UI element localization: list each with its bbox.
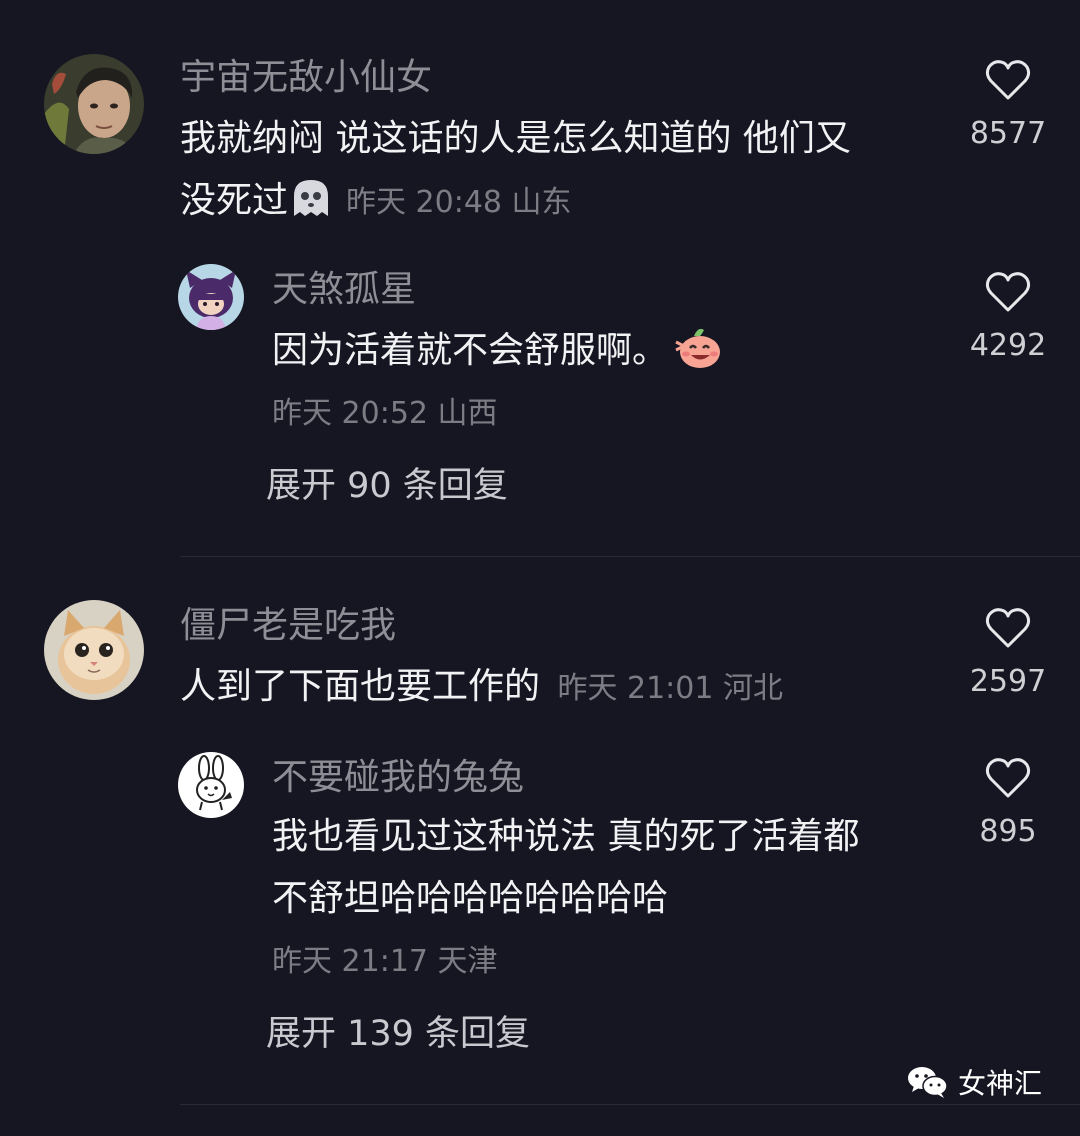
reply-text: 因为活着就不会舒服啊。 [272, 320, 736, 390]
avatar-rabbit-icon [178, 752, 244, 818]
laughing-emoji-icon [672, 324, 724, 390]
comment-text: 我就纳闷 说这话的人是怎么知道的 他们又 没死过 昨天 20:48 山东 [180, 108, 851, 240]
avatar-cat-girl-icon [178, 264, 244, 330]
reply-text-fragment: 因为活着就不会舒服啊。 [272, 330, 669, 371]
avatar[interactable] [44, 600, 144, 700]
avatar[interactable] [44, 54, 144, 154]
like-count: 2597 [969, 664, 1047, 699]
expand-replies-button[interactable]: 展开 139 条回复 [266, 1012, 530, 1056]
avatar-portrait-icon [44, 54, 144, 154]
heart-outline-icon [985, 272, 1031, 312]
reply-meta: 昨天 20:52 山西 [272, 396, 498, 431]
like-button[interactable]: 8577 [958, 58, 1058, 152]
reply-text-line: 不舒坦哈哈哈哈哈哈哈哈 [272, 878, 669, 919]
reply-username[interactable]: 天煞孤星 [272, 268, 416, 312]
like-button[interactable]: 2597 [958, 606, 1058, 700]
reply-meta: 昨天 21:17 天津 [272, 944, 498, 979]
comment-divider [180, 1104, 1080, 1105]
like-count: 4292 [969, 328, 1047, 363]
watermark-text: 女神汇 [957, 1067, 1042, 1100]
comment-meta: 昨天 20:48 山东 [346, 185, 572, 220]
comment-username[interactable]: 僵尸老是吃我 [180, 604, 396, 648]
comment-meta: 昨天 21:01 河北 [557, 671, 783, 706]
watermark: 女神汇 [906, 1062, 1042, 1102]
comment-username[interactable]: 宇宙无敌小仙女 [180, 56, 432, 100]
avatar[interactable] [178, 752, 244, 818]
like-count: 8577 [969, 116, 1047, 151]
comment-text: 人到了下面也要工作的 昨天 21:01 河北 [180, 656, 783, 720]
reply-username[interactable]: 不要碰我的兔兔 [272, 756, 524, 800]
reply-text: 我也看见过这种说法 真的死了活着都 不舒坦哈哈哈哈哈哈哈哈 [272, 806, 859, 930]
comment-text-fragment: 没死过 [180, 180, 289, 221]
reply-text-line: 我也看见过这种说法 真的死了活着都 [272, 816, 860, 857]
comment-text-line: 我就纳闷 说这话的人是怎么知道的 他们又 [180, 118, 851, 159]
avatar-cat-icon [44, 600, 144, 700]
like-button[interactable]: 895 [958, 756, 1058, 850]
expand-replies-button[interactable]: 展开 90 条回复 [266, 464, 508, 508]
heart-outline-icon [985, 608, 1031, 648]
like-count: 895 [979, 814, 1037, 849]
comment-text-line: 没死过 昨天 20:48 山东 [180, 170, 851, 240]
heart-outline-icon [985, 758, 1031, 798]
comment-text-fragment: 人到了下面也要工作的 [180, 666, 541, 707]
ghost-emoji-icon [288, 174, 334, 240]
like-button[interactable]: 4292 [958, 270, 1058, 364]
wechat-icon [907, 1067, 948, 1098]
heart-outline-icon [985, 60, 1031, 100]
comment-divider [180, 556, 1080, 557]
avatar[interactable] [178, 264, 244, 330]
